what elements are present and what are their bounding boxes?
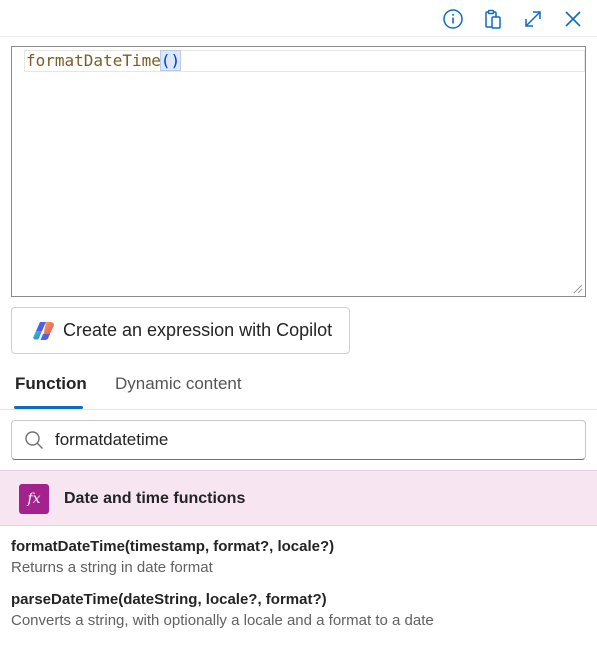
expand-icon[interactable]	[521, 7, 545, 31]
function-category-icon: fx	[19, 484, 49, 514]
tab-list: Function Dynamic content	[0, 366, 597, 410]
category-header-date-time[interactable]: fx Date and time functions	[0, 470, 597, 526]
function-item-formatdatetime[interactable]: formatDateTime(timestamp, format?, local…	[11, 538, 591, 577]
search-box[interactable]	[11, 420, 586, 460]
function-item-parsedatetime[interactable]: parseDateTime(dateString, locale?, forma…	[11, 591, 591, 630]
function-description: Returns a string in date format	[11, 559, 213, 576]
expression-code: formatDateTime()	[26, 50, 182, 71]
category-label: Date and time functions	[64, 490, 246, 507]
panel-header	[0, 0, 597, 37]
function-signature: formatDateTime(timestamp, format?, local…	[11, 538, 335, 555]
tab-function[interactable]: Function	[15, 374, 87, 394]
resize-grip-icon[interactable]	[571, 282, 583, 294]
copilot-icon	[33, 321, 54, 340]
close-icon[interactable]	[561, 7, 585, 31]
copilot-button-label: Create an expression with Copilot	[63, 320, 333, 340]
search-icon	[25, 431, 43, 449]
clipboard-paste-icon[interactable]	[481, 7, 505, 31]
function-description: Converts a string, with optionally a loc…	[11, 612, 434, 629]
expression-editor[interactable]: formatDateTime()	[11, 46, 586, 297]
tab-dynamic-content[interactable]: Dynamic content	[115, 374, 242, 394]
info-icon[interactable]	[441, 7, 465, 31]
expression-parens: ()	[159, 50, 182, 71]
expression-function-name: formatDateTime	[26, 51, 161, 70]
create-expression-copilot-button[interactable]: Create an expression with Copilot	[11, 307, 350, 354]
search-input[interactable]	[55, 427, 575, 453]
selected-tab-indicator	[14, 406, 83, 409]
function-signature: parseDateTime(dateString, locale?, forma…	[11, 591, 327, 608]
